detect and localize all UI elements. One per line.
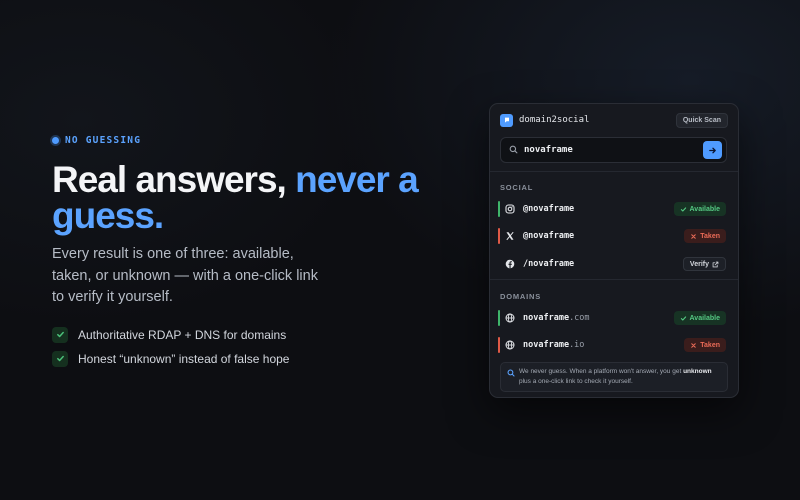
arrow-right-icon (709, 147, 716, 153)
status-text: Available (689, 314, 720, 322)
eyebrow-text: NO GUESSING (65, 134, 142, 146)
status-badge-available: Available (673, 202, 726, 216)
verify-label: Verify (689, 260, 709, 268)
search-input[interactable]: novaframe (500, 137, 727, 163)
section-label-social: SOCIAL (500, 183, 534, 192)
check-icon (52, 326, 68, 343)
result-row-domain-com[interactable]: novaframe.com Available (490, 307, 738, 329)
social-handle: @novaframe (523, 204, 575, 214)
note-text: We never guess. When a platform won't an… (519, 368, 684, 375)
verify-button[interactable]: Verify (682, 257, 726, 271)
feature-text: Authoritative RDAP + DNS for domains (78, 327, 287, 342)
status-badge-taken: Taken (684, 338, 726, 352)
quick-scan-button[interactable]: Quick Scan (675, 112, 728, 128)
domain-base: novaframe (523, 340, 570, 350)
globe-icon (504, 313, 515, 324)
feature-item: Honest “unknown” instead of false hope (52, 350, 432, 367)
result-row-domain-io[interactable]: novaframe.io Taken (490, 334, 738, 356)
check-icon (680, 315, 686, 321)
note-bold: unknown (683, 368, 712, 375)
hero-section: NO GUESSING Real answers, never a guess.… (52, 134, 432, 375)
check-icon (52, 350, 68, 367)
close-icon (691, 233, 697, 239)
result-row-x[interactable]: @novaframe Taken (490, 225, 738, 247)
status-bar (498, 337, 500, 353)
social-handle: @novaframe (523, 231, 575, 241)
domain-name: novaframe.io (523, 340, 584, 350)
info-note: We never guess. When a platform won't an… (500, 362, 728, 392)
app-logo-icon (500, 113, 513, 127)
note-text-end: plus a one-click link to check it yourse… (519, 378, 633, 385)
feature-item: Authoritative RDAP + DNS for domains (52, 326, 432, 343)
search-submit-button[interactable] (703, 141, 722, 159)
status-bar (498, 228, 500, 244)
card-header: domain2social Quick Scan (490, 104, 738, 136)
status-bar (498, 310, 500, 326)
result-row-instagram[interactable]: @novaframe Available (490, 198, 738, 220)
domain-tld: .com (569, 313, 590, 323)
status-badge-taken: Taken (684, 229, 726, 243)
check-icon (680, 206, 686, 212)
status-bar (498, 201, 500, 217)
feature-list: Authoritative RDAP + DNS for domains Hon… (52, 326, 432, 367)
domain-name: novaframe.com (523, 313, 590, 323)
status-text: Taken (700, 232, 720, 240)
search-value[interactable]: novaframe (524, 145, 573, 155)
globe-icon (504, 340, 515, 351)
headline: Real answers, never a guess. (52, 159, 432, 234)
domain-tld: .io (569, 340, 585, 350)
app-name: domain2social (519, 115, 590, 125)
x-icon (504, 231, 515, 242)
headline-plain: Real answers, (52, 159, 287, 200)
search-icon (509, 141, 518, 159)
result-row-facebook[interactable]: /novaframe Verify (490, 253, 738, 275)
domain-base: novaframe (523, 313, 570, 323)
status-text: Available (689, 205, 720, 213)
divider (490, 171, 738, 172)
facebook-icon (504, 259, 515, 270)
social-handle: /novaframe (523, 259, 575, 269)
eyebrow-dot-icon (52, 136, 59, 144)
divider (490, 279, 738, 280)
status-text: Taken (700, 341, 720, 349)
lead-paragraph: Every result is one of three: available,… (52, 246, 318, 305)
eyebrow: NO GUESSING (52, 134, 432, 146)
external-link-icon (712, 261, 719, 267)
search-icon (507, 369, 515, 381)
close-icon (691, 342, 697, 348)
instagram-icon (504, 204, 515, 215)
feature-text: Honest “unknown” instead of false hope (78, 351, 290, 366)
status-badge-available: Available (673, 311, 726, 325)
app-preview-card: domain2social Quick Scan novaframe SOCIA… (489, 103, 739, 398)
section-label-domains: DOMAINS (500, 292, 542, 301)
